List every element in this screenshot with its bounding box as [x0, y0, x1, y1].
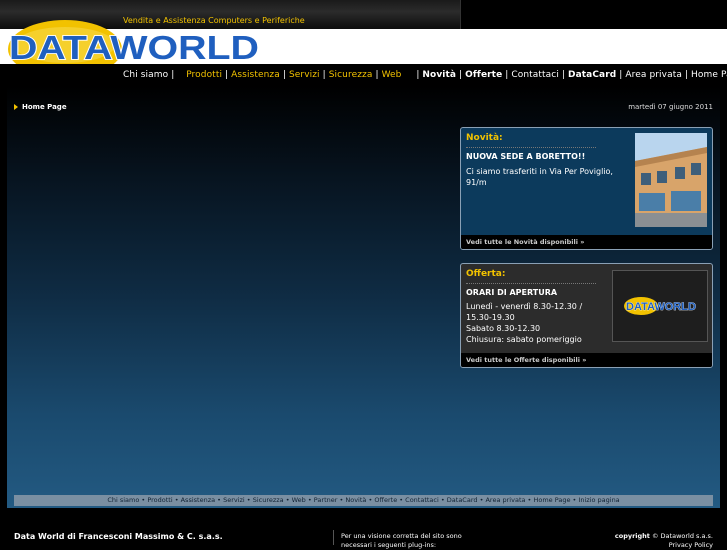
footer-plugins-note: Per una visione corretta del sito sono n…	[341, 532, 462, 549]
menu-servizi[interactable]: Servizi	[289, 70, 320, 80]
footer-link[interactable]: Prodotti	[147, 496, 172, 504]
building-photo[interactable]	[635, 133, 707, 227]
novita-footer-link[interactable]: Vedi tutte le Novità disponibili »	[466, 238, 584, 246]
menu-separator: |	[171, 70, 175, 80]
footer-link[interactable]: Partner	[314, 496, 338, 504]
footer-link[interactable]: Assistenza	[181, 496, 215, 504]
novita-box: Novità: NUOVA SEDE A BORETTO!! Ci siamo …	[460, 127, 713, 250]
menu-separator: |	[322, 70, 326, 80]
offerta-image[interactable]: DATAWORLD	[612, 270, 708, 342]
breadcrumb-arrow-icon	[14, 104, 18, 110]
menu-separator: |	[619, 70, 623, 80]
footer-link[interactable]: Web	[292, 496, 306, 504]
menu-assistenza[interactable]: Assistenza	[231, 70, 280, 80]
menu-sicurezza[interactable]: Sicurezza	[329, 70, 373, 80]
menu-separator: |	[416, 70, 420, 80]
menu-separator: |	[505, 70, 509, 80]
novita-footer: Vedi tutte le Novità disponibili »	[461, 235, 712, 249]
copyright-text: © Dataworld s.a.s.	[651, 532, 713, 540]
novita-title: Novità:	[466, 133, 503, 143]
footer-link[interactable]: Sicurezza	[253, 496, 284, 504]
novita-text: Ci siamo trasferiti in Via Per Poviglio,…	[466, 167, 613, 187]
menu-separator: |	[225, 70, 229, 80]
offerta-footer: Vedi tutte le Offerte disponibili »	[461, 353, 712, 367]
footer-divider	[333, 530, 334, 545]
menu-home-page[interactable]: Home Page	[691, 70, 727, 80]
logo-text: DATAWORLD	[9, 29, 259, 66]
offerta-box: Offerta: ORARI DI APERTURA Lunedì - vene…	[460, 263, 713, 368]
breadcrumb-home-link[interactable]: Home Page	[22, 103, 67, 111]
dataworld-small-logo: DATAWORLD	[624, 297, 696, 315]
main-menu: Chi siamo | Prodotti | Assistenza | Serv…	[123, 70, 727, 80]
offerta-line: Chiusura: sabato pomeriggio	[466, 335, 582, 344]
offerta-line: Sabato 8.30-12.30	[466, 324, 541, 333]
menu-web[interactable]: Web	[382, 70, 402, 80]
copyright-label: copyright	[614, 532, 650, 540]
menu-separator: |	[561, 70, 566, 80]
footer-company-name: Data World di Francesconi Massimo & C. s…	[14, 532, 223, 541]
divider	[466, 147, 596, 148]
offerta-title: Offerta:	[466, 269, 506, 279]
menu-contattaci[interactable]: Contattaci	[511, 70, 559, 80]
footer-links-bar: Chi siamo • Prodotti • Assistenza • Serv…	[14, 495, 713, 506]
footer-link[interactable]: Home Page	[533, 496, 570, 504]
menu-separator: |	[684, 70, 689, 80]
footer-link[interactable]: Inizio pagina	[578, 496, 619, 504]
menu-area-privata[interactable]: Area privata	[625, 70, 682, 80]
menu-prodotti[interactable]: Prodotti	[186, 70, 222, 80]
menu-datacard[interactable]: DataCard	[568, 70, 616, 80]
footer-link[interactable]: Servizi	[223, 496, 245, 504]
footer-link[interactable]: Contattaci	[405, 496, 439, 504]
offerta-headline[interactable]: ORARI DI APERTURA	[466, 288, 557, 297]
footer-copyright: copyright © Dataworld s.a.s. Privacy Pol…	[615, 532, 713, 550]
footer-link[interactable]: Offerte	[374, 496, 397, 504]
menu-separator: |	[375, 70, 379, 80]
menu-novita[interactable]: Novità	[422, 70, 456, 80]
breadcrumb: Home Page	[14, 103, 67, 111]
offerta-text: Lunedì - venerdì 8.30-12.30 / 15.30-19.3…	[466, 301, 606, 345]
footer-link[interactable]: Novità	[345, 496, 366, 504]
divider	[466, 283, 596, 284]
offerta-footer-link[interactable]: Vedi tutte le Offerte disponibili »	[466, 356, 586, 364]
menu-offerte[interactable]: Offerte	[465, 70, 502, 80]
menu-chi-siamo[interactable]: Chi siamo	[123, 70, 168, 80]
offerta-line: 15.30-19.30	[466, 313, 515, 322]
offerta-line: Lunedì - venerdì 8.30-12.30 /	[466, 302, 583, 311]
novita-headline[interactable]: NUOVA SEDE A BORETTO!!	[466, 152, 585, 161]
footer-link[interactable]: Chi siamo	[107, 496, 139, 504]
menu-separator: |	[282, 70, 286, 80]
footer-link[interactable]: DataCard	[447, 496, 478, 504]
svg-text:DATAWORLD: DATAWORLD	[626, 301, 696, 313]
footer-link[interactable]: Area privata	[485, 496, 525, 504]
privacy-policy-link[interactable]: Privacy Policy	[669, 541, 713, 549]
menu-separator: |	[459, 70, 463, 80]
current-date: martedì 07 giugno 2011	[628, 103, 713, 111]
